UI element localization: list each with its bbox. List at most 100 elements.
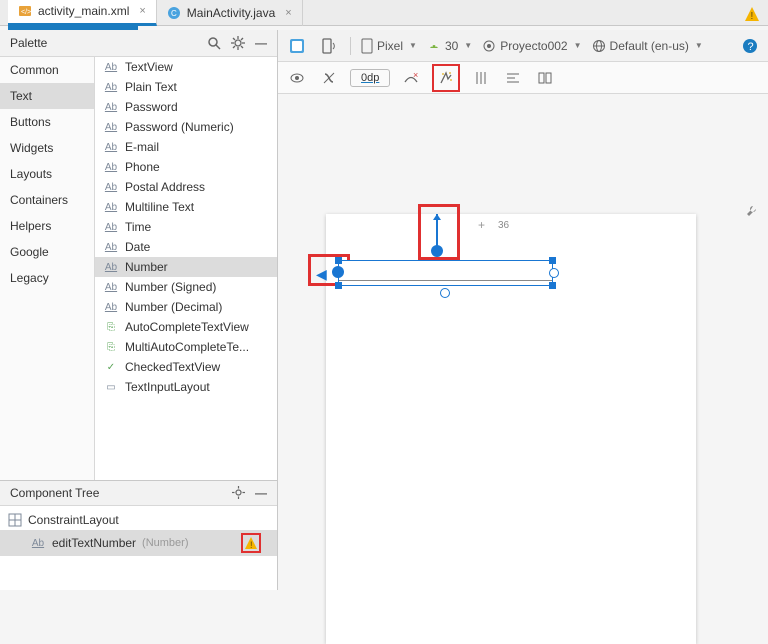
orientation-icon[interactable] (318, 35, 340, 57)
palette-widget[interactable]: ⎘AutoCompleteTextView (95, 317, 277, 337)
palette-widget[interactable]: AbMultiline Text (95, 197, 277, 217)
widget-label: MultiAutoCompleteTe... (125, 340, 249, 354)
constraint-margin-label: 36 (498, 220, 509, 231)
widget-label: Postal Address (125, 180, 205, 194)
tree-node-root[interactable]: ConstraintLayout (0, 510, 277, 530)
widget-icon: Ab (103, 62, 119, 73)
widget-icon: Ab (103, 162, 119, 173)
tree-node-edittext[interactable]: Ab editTextNumber (Number) ! (0, 530, 277, 556)
close-icon[interactable]: × (139, 5, 145, 17)
palette-category[interactable]: Helpers (0, 213, 94, 239)
palette-widget[interactable]: AbE-mail (95, 137, 277, 157)
view-options-icon[interactable] (286, 67, 308, 89)
palette-category[interactable]: Text (0, 83, 94, 109)
tab-label: activity_main.xml (38, 4, 129, 18)
palette-widget[interactable]: ▭TextInputLayout (95, 377, 277, 397)
autoconnect-toggle-icon[interactable] (318, 67, 340, 89)
palette-header: Palette — (0, 30, 277, 57)
widget-label: Date (125, 240, 150, 254)
palette-widget[interactable]: AbPassword (95, 97, 277, 117)
api-selector[interactable]: 30 ▼ (427, 39, 472, 53)
guidelines-icon[interactable] (470, 67, 492, 89)
svg-text:×: × (413, 70, 418, 80)
warning-icon[interactable]: ! (241, 533, 261, 553)
svg-text:!: ! (751, 11, 754, 22)
palette-widget[interactable]: ⎘MultiAutoCompleteTe... (95, 337, 277, 357)
constraint-handle-left[interactable] (332, 266, 344, 278)
svg-text:?: ? (748, 41, 754, 53)
selected-edittext-widget[interactable] (338, 254, 553, 292)
design-surface-icon[interactable] (286, 35, 308, 57)
widget-icon: Ab (103, 262, 119, 273)
pack-icon[interactable] (534, 67, 556, 89)
widget-label: E-mail (125, 140, 159, 154)
svg-text:C: C (171, 9, 177, 18)
widget-label: Number (Decimal) (125, 300, 222, 314)
palette-widget[interactable]: ✓CheckedTextView (95, 357, 277, 377)
design-canvas[interactable]: + 36 (278, 94, 768, 590)
palette-category[interactable]: Widgets (0, 135, 94, 161)
widget-label: Password (Numeric) (125, 120, 234, 134)
palette-widget[interactable]: Ab Password (Numeric) (95, 117, 277, 137)
design-top-toolbar: Pixel ▼ 30 ▼ Proyecto002 ▼ Default (en-u… (278, 30, 768, 62)
chevron-down-icon: ▼ (574, 41, 582, 50)
gear-icon[interactable] (231, 36, 245, 50)
palette-title: Palette (10, 36, 47, 50)
design-second-toolbar: 0dp × (278, 62, 768, 94)
widget-icon: ⎘ (103, 322, 119, 333)
widget-icon: ▭ (103, 382, 119, 393)
java-file-icon: C (167, 6, 181, 20)
resize-handle[interactable] (335, 257, 342, 264)
constraint-anchor-top-icon: + (478, 218, 485, 232)
tab-activity-main[interactable]: </> activity_main.xml × (8, 0, 157, 26)
resize-handle[interactable] (335, 282, 342, 289)
palette-category[interactable]: Google (0, 239, 94, 265)
tab-label: MainActivity.java (187, 6, 275, 20)
search-icon[interactable] (207, 36, 221, 50)
default-margin-button[interactable]: 0dp (350, 69, 390, 87)
design-editor: Pixel ▼ 30 ▼ Proyecto002 ▼ Default (en-u… (278, 30, 768, 590)
device-selector[interactable]: Pixel ▼ (361, 38, 417, 54)
widget-label: Number (125, 260, 168, 274)
widget-icon: Ab (103, 282, 119, 293)
palette-category[interactable]: Common (0, 57, 94, 83)
infer-constraints-icon[interactable] (435, 67, 457, 89)
resize-handle[interactable] (549, 282, 556, 289)
palette-category[interactable]: Layouts (0, 161, 94, 187)
wrench-icon[interactable] (744, 204, 758, 218)
palette-widget[interactable]: Ab Number (Signed) (95, 277, 277, 297)
minimize-icon[interactable]: — (255, 486, 267, 500)
locale-selector[interactable]: Default (en-us) ▼ (592, 39, 703, 53)
palette-widget[interactable]: AbDate (95, 237, 277, 257)
align-icon[interactable] (502, 67, 524, 89)
palette-widget[interactable]: Ab Number (95, 257, 277, 277)
palette-widget[interactable]: AbTextView (95, 57, 277, 77)
warning-icon[interactable]: ! (744, 6, 760, 22)
left-panel: Palette — CommonTextButtonsWidgetsLayout… (0, 30, 278, 590)
palette-widget[interactable]: AbNumber (Decimal) (95, 297, 277, 317)
palette-category[interactable]: Containers (0, 187, 94, 213)
widget-label: Number (Signed) (125, 280, 216, 294)
close-icon[interactable]: × (285, 7, 291, 19)
component-tree-panel: Component Tree — ConstraintLayout Ab edi… (0, 480, 277, 590)
palette-widget[interactable]: AbPhone (95, 157, 277, 177)
clear-constraints-icon[interactable]: × (400, 67, 422, 89)
resize-handle[interactable] (549, 257, 556, 264)
palette-widget[interactable]: AbTime (95, 217, 277, 237)
minimize-icon[interactable]: — (255, 36, 267, 50)
widget-icon: Ab (103, 122, 119, 133)
gear-icon[interactable] (232, 486, 245, 500)
constraint-handle-bottom[interactable] (440, 288, 450, 298)
palette-widget[interactable]: AbPlain Text (95, 77, 277, 97)
tab-main-activity[interactable]: C MainActivity.java × (157, 0, 303, 26)
theme-selector[interactable]: Proyecto002 ▼ (482, 39, 581, 53)
palette-category[interactable]: Buttons (0, 109, 94, 135)
palette-widget[interactable]: AbPostal Address (95, 177, 277, 197)
widget-label: Plain Text (125, 80, 177, 94)
api-label: 30 (445, 39, 458, 53)
theme-icon (482, 39, 496, 53)
highlight-top-constraint (418, 204, 460, 260)
constraint-handle-right[interactable] (549, 268, 559, 278)
palette-category[interactable]: Legacy (0, 265, 94, 291)
help-icon[interactable]: ? (742, 38, 758, 54)
